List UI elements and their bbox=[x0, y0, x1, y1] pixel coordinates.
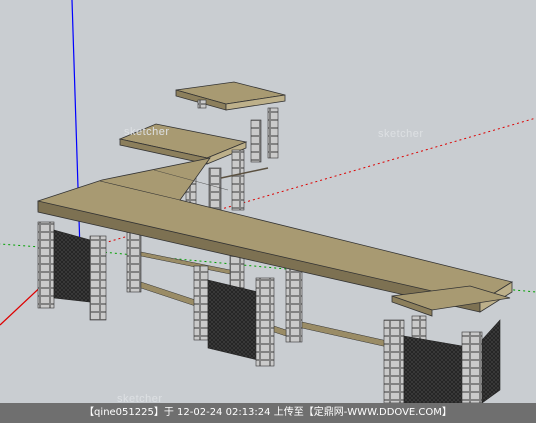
pergola-main[interactable] bbox=[37, 157, 514, 403]
3d-model-canvas[interactable] bbox=[0, 0, 536, 403]
watermark: sketcher bbox=[124, 126, 170, 138]
watermark: sketcher bbox=[378, 128, 424, 140]
upload-caption: 【qine051225】于 12-02-24 02:13:24 上传至【定鼎网-… bbox=[0, 403, 536, 423]
sketchup-viewport[interactable]: sketcher sketcher sketcher 【qine051225】于… bbox=[0, 0, 536, 423]
